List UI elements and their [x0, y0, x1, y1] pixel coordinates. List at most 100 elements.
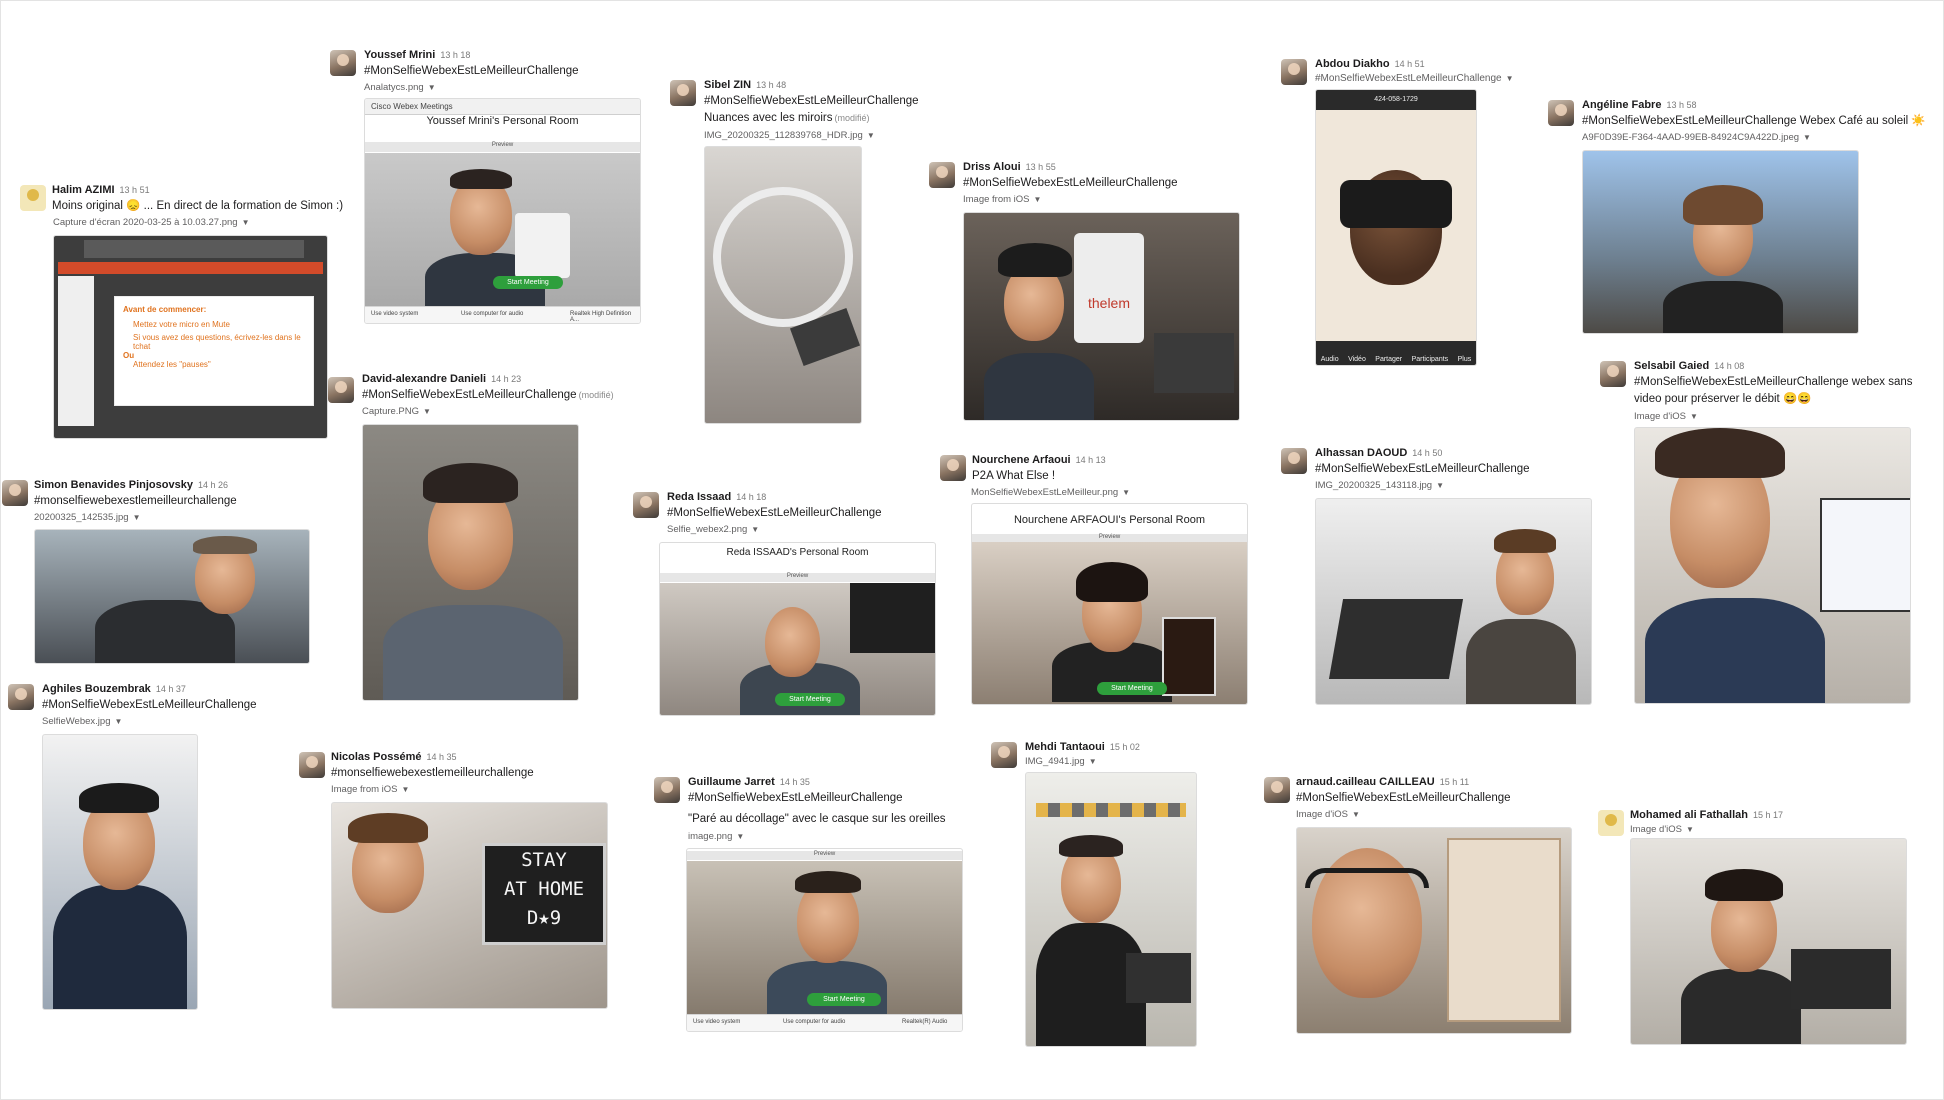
timestamp[interactable]: 14 h 18	[736, 492, 766, 502]
start-meeting-button[interactable]: Start Meeting	[775, 693, 845, 706]
author-name[interactable]: Selsabil Gaied	[1634, 360, 1709, 372]
file-name[interactable]: Analatycs.png ▼	[364, 82, 436, 94]
timestamp[interactable]: 14 h 08	[1714, 361, 1744, 371]
file-name[interactable]: 20200325_142535.jpg ▼	[34, 512, 141, 524]
timestamp[interactable]: 14 h 13	[1076, 455, 1106, 465]
chevron-down-icon[interactable]: ▼	[133, 513, 141, 522]
file-name[interactable]: Image from iOS ▼	[331, 784, 409, 796]
author-name[interactable]: Mohamed ali Fathallah	[1630, 809, 1748, 821]
attachment-image[interactable]: Cisco Webex Meetings Youssef Mrini's Per…	[364, 98, 641, 324]
author-name[interactable]: Halim AZIMI	[52, 184, 115, 196]
timestamp[interactable]: 14 h 23	[491, 374, 521, 384]
attachment-image[interactable]: Reda ISSAAD's Personal Room Preview Star…	[659, 542, 936, 716]
chevron-down-icon[interactable]: ▼	[1686, 825, 1694, 834]
timestamp[interactable]: 13 h 18	[440, 50, 470, 60]
timestamp[interactable]: 15 h 11	[1440, 777, 1469, 787]
chevron-down-icon[interactable]: ▼	[736, 832, 744, 841]
attachment-image[interactable]	[34, 529, 310, 664]
author-name[interactable]: Alhassan DAOUD	[1315, 447, 1407, 459]
author-name[interactable]: Sibel ZIN	[704, 79, 751, 91]
start-meeting-button[interactable]: Start Meeting	[807, 993, 881, 1006]
avatar[interactable]	[328, 377, 354, 403]
attachment-image[interactable]: Avant de commencer: Mettez votre micro e…	[53, 235, 328, 439]
author-name[interactable]: Nicolas Possémé	[331, 751, 422, 763]
author-name[interactable]: David-alexandre Danieli	[362, 373, 486, 385]
avatar[interactable]	[2, 480, 28, 506]
author-name[interactable]: Nourchene Arfaoui	[972, 454, 1071, 466]
file-name[interactable]: Image d'iOS ▼	[1634, 411, 1698, 423]
start-meeting-button[interactable]: Start Meeting	[493, 276, 563, 289]
chevron-down-icon[interactable]: ▼	[114, 717, 122, 726]
attachment-image[interactable]	[1296, 827, 1572, 1034]
attachment-image[interactable]	[362, 424, 579, 701]
file-name[interactable]: A9F0D39E-F364-4AAD-99EB-84924C9A422D.jpe…	[1582, 132, 1811, 144]
attachment-image[interactable]	[42, 734, 198, 1010]
attachment-image[interactable]	[1025, 772, 1197, 1047]
file-name[interactable]: Capture.PNG ▼	[362, 406, 431, 418]
attachment-image[interactable]	[1630, 838, 1907, 1045]
chevron-down-icon[interactable]: ▼	[751, 525, 759, 534]
author-name[interactable]: Guillaume Jarret	[688, 776, 775, 788]
file-name[interactable]: MonSelfieWebexEstLeMeilleur.png ▼	[971, 487, 1130, 499]
file-name[interactable]: IMG_20200325_143118.jpg ▼	[1315, 480, 1444, 492]
file-name[interactable]: SelfieWebex.jpg ▼	[42, 716, 122, 728]
author-name[interactable]: Aghiles Bouzembrak	[42, 683, 151, 695]
avatar[interactable]	[991, 742, 1017, 768]
timestamp[interactable]: 14 h 37	[156, 684, 186, 694]
author-name[interactable]: Driss Aloui	[963, 161, 1021, 173]
author-name[interactable]: arnaud.cailleau CAILLEAU	[1296, 776, 1435, 788]
author-name[interactable]: Youssef Mrini	[364, 49, 435, 61]
chevron-down-icon[interactable]: ▼	[1034, 195, 1042, 204]
file-name[interactable]: Image d'iOS ▼	[1296, 809, 1360, 821]
timestamp[interactable]: 13 h 48	[756, 80, 786, 90]
timestamp[interactable]: 14 h 50	[1412, 448, 1442, 458]
avatar[interactable]	[299, 752, 325, 778]
tab-share[interactable]: Partager	[1375, 356, 1402, 363]
attachment-image[interactable]	[704, 146, 862, 424]
tab-audio[interactable]: Audio	[1321, 356, 1339, 363]
avatar[interactable]	[330, 50, 356, 76]
timestamp[interactable]: 15 h 02	[1110, 742, 1140, 752]
file-name[interactable]: image.png ▼	[688, 831, 744, 843]
chevron-down-icon[interactable]: ▼	[1122, 488, 1130, 497]
attachment-image[interactable]	[1315, 498, 1592, 705]
avatar[interactable]	[670, 80, 696, 106]
attachment-image[interactable]: STAY AT HOME D★9	[331, 802, 608, 1009]
attachment-image[interactable]: thelem	[963, 212, 1240, 421]
author-name[interactable]: Mehdi Tantaoui	[1025, 741, 1105, 753]
chevron-down-icon[interactable]: ▼	[242, 218, 250, 227]
file-name[interactable]: IMG_20200325_112839768_HDR.jpg ▼	[704, 130, 875, 142]
timestamp[interactable]: 14 h 35	[780, 777, 810, 787]
avatar[interactable]	[8, 684, 34, 710]
chevron-down-icon[interactable]: ▼	[428, 83, 436, 92]
author-name[interactable]: Reda Issaad	[667, 491, 731, 503]
avatar[interactable]	[1548, 100, 1574, 126]
chevron-down-icon[interactable]: ▼	[1690, 412, 1698, 421]
attachment-image[interactable]: Nourchene ARFAOUI's Personal Room Previe…	[971, 503, 1248, 705]
chevron-down-icon[interactable]: ▼	[1803, 133, 1811, 142]
timestamp[interactable]: 13 h 58	[1666, 100, 1696, 110]
timestamp[interactable]: 13 h 55	[1026, 162, 1056, 172]
author-name[interactable]: Simon Benavides Pinjosovsky	[34, 479, 193, 491]
author-name[interactable]: Abdou Diakho	[1315, 58, 1390, 70]
avatar[interactable]	[20, 185, 46, 211]
chevron-down-icon[interactable]: ▼	[1089, 757, 1097, 766]
chevron-down-icon[interactable]: ▼	[423, 407, 431, 416]
timestamp[interactable]: 13 h 51	[120, 185, 150, 195]
avatar[interactable]	[1598, 810, 1624, 836]
chevron-down-icon[interactable]: ▼	[1352, 810, 1360, 819]
attachment-image[interactable]: 424-058-1729 Audio Vidéo Partager Partic…	[1315, 89, 1477, 366]
timestamp[interactable]: 14 h 51	[1395, 59, 1425, 69]
avatar[interactable]	[1281, 59, 1307, 85]
file-name[interactable]: Image d'iOS ▼	[1630, 824, 1694, 836]
tab-more[interactable]: Plus	[1458, 356, 1472, 363]
timestamp[interactable]: 14 h 35	[427, 752, 457, 762]
avatar[interactable]	[940, 455, 966, 481]
timestamp[interactable]: 15 h 17	[1753, 810, 1783, 820]
tab-participants[interactable]: Participants	[1412, 356, 1449, 363]
attachment-image[interactable]	[1634, 427, 1911, 704]
avatar[interactable]	[1600, 361, 1626, 387]
file-name[interactable]: IMG_4941.jpg ▼	[1025, 756, 1097, 768]
file-name[interactable]: Capture d'écran 2020-03-25 à 10.03.27.pn…	[53, 217, 250, 229]
file-name[interactable]: Selfie_webex2.png ▼	[667, 524, 759, 536]
